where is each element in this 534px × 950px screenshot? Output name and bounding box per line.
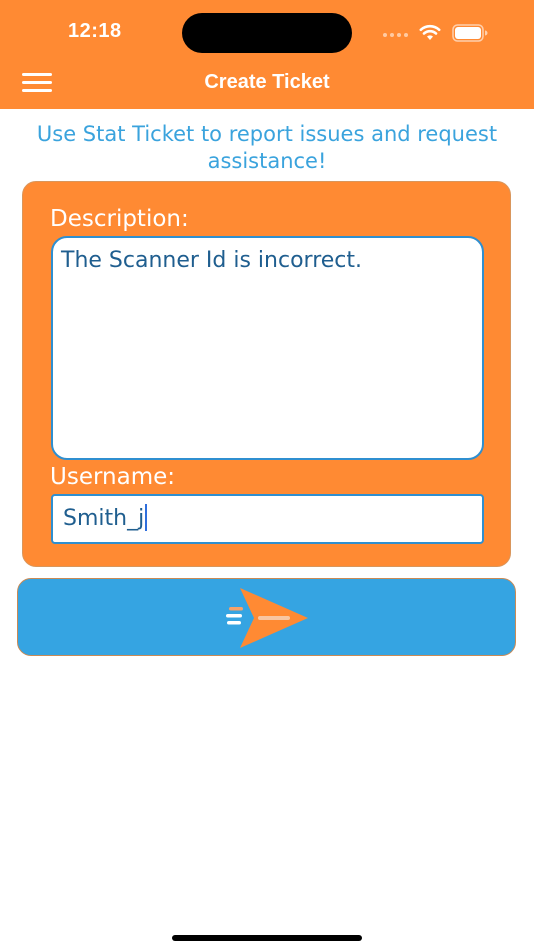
username-input[interactable]: Smith_j: [51, 494, 484, 544]
page-title: Create Ticket: [204, 71, 330, 93]
intro-text: Use Stat Ticket to report issues and req…: [36, 122, 498, 173]
send-paper-plane-icon: [226, 588, 308, 648]
status-time: 12:18: [68, 20, 122, 42]
battery-icon: [452, 24, 488, 42]
cellular-signal-icon: [383, 33, 409, 37]
username-text: Smith_j: [63, 506, 145, 531]
description-text: The Scanner Id is incorrect.: [61, 248, 363, 273]
create-ticket-screen: 12:18 Create Ticket Use Stat Ticket to r…: [0, 0, 534, 950]
app-header: 12:18 Create Ticket: [0, 0, 534, 109]
description-textarea[interactable]: The Scanner Id is incorrect.: [51, 236, 484, 460]
dynamic-island: [182, 13, 352, 53]
wifi-icon: [419, 24, 441, 40]
description-label: Description:: [50, 206, 189, 232]
home-indicator: [172, 935, 362, 941]
submit-ticket-button[interactable]: [17, 578, 516, 656]
ticket-form-card: Description: The Scanner Id is incorrect…: [22, 181, 511, 567]
text-cursor: [145, 504, 148, 531]
username-label: Username:: [50, 464, 175, 490]
